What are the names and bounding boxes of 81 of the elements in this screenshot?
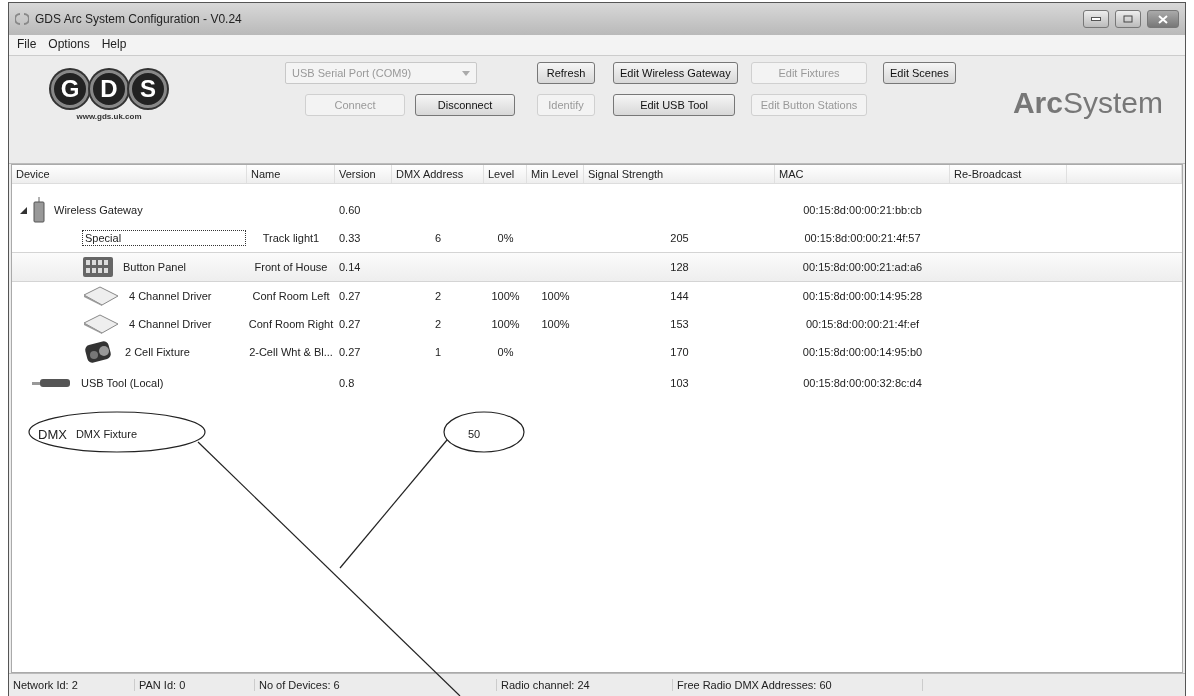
table-cell-text: 0.8 bbox=[338, 377, 356, 389]
table-cell-text: 00:15:8d:00:00:14:95:b0 bbox=[801, 346, 924, 358]
status-field: Radio channel: 24 bbox=[497, 679, 673, 691]
table-cell-text: 100% bbox=[490, 290, 521, 302]
device-name: 4 Channel Driver bbox=[128, 317, 213, 332]
table-cell-text: 205 bbox=[669, 232, 690, 244]
column-header[interactable]: Name bbox=[247, 165, 335, 183]
logo-url: www.gds.uk.com bbox=[76, 112, 142, 121]
device-name: Button Panel bbox=[122, 260, 187, 275]
window-title: GDS Arc System Configuration - V0.24 bbox=[35, 12, 243, 26]
table-cell-text: 00:15:8d:00:00:14:95:28 bbox=[801, 290, 924, 302]
logo-letter: S bbox=[129, 70, 167, 108]
table-cell-text: 100% bbox=[490, 318, 521, 330]
status-field: PAN Id: 0 bbox=[135, 679, 255, 691]
table-cell-text: 50 bbox=[467, 428, 482, 440]
device-name: Wireless Gateway bbox=[53, 203, 144, 218]
table-cell-text: 0.27 bbox=[338, 318, 362, 330]
column-header[interactable]: Re-Broadcast bbox=[950, 165, 1067, 183]
table-cell-text: 0.14 bbox=[338, 261, 362, 273]
column-header[interactable]: MAC bbox=[775, 165, 950, 183]
table-cell-text: 2 bbox=[433, 290, 443, 302]
table-cell-text: 2 bbox=[433, 318, 443, 330]
table-cell-text: 0% bbox=[496, 346, 515, 358]
table-cell-text: 153 bbox=[669, 318, 690, 330]
tree-row[interactable]: 4 Channel Driver Conf Room Right 0.27 2 100% 100% 153 00:15:8d:00:00:21:4f:ef bbox=[12, 310, 1182, 338]
table-cell-text: 00:15:8d:00:00:32:8c:d4 bbox=[802, 377, 923, 389]
brand-logo: ArcSystem bbox=[1012, 86, 1163, 120]
table-cell-text: 0.27 bbox=[338, 346, 362, 358]
toolbar-button[interactable]: Disconnect bbox=[415, 94, 515, 116]
menu-item[interactable]: Options bbox=[48, 37, 90, 51]
table-cell-text: Track light1 bbox=[261, 232, 321, 244]
table-cell-text: 0% bbox=[496, 232, 515, 244]
logo-letter: D bbox=[90, 70, 128, 108]
column-header[interactable]: Min Level bbox=[527, 165, 584, 183]
table-cell-text: 144 bbox=[669, 290, 690, 302]
menu-item[interactable]: File bbox=[17, 37, 37, 51]
menu-item[interactable]: Help bbox=[101, 37, 127, 51]
table-cell-text: 00:15:8d:00:00:21:4f:ef bbox=[804, 318, 921, 330]
device-name: Special bbox=[82, 230, 246, 246]
column-header[interactable]: Device bbox=[12, 165, 247, 183]
table-cell-text: 6 bbox=[433, 232, 443, 244]
column-header[interactable]: Level bbox=[484, 165, 527, 183]
table-cell-text: Front of House bbox=[253, 261, 329, 273]
status-field: Free Radio DMX Addresses: 60 bbox=[673, 679, 923, 691]
status-field: Network Id: 2 bbox=[9, 679, 135, 691]
table-cell-text: Conf Room Left bbox=[251, 290, 331, 302]
table-cell-text: 100% bbox=[540, 318, 571, 330]
table-cell-text: 00:15:8d:00:00:21:ad:a6 bbox=[801, 261, 924, 273]
table-cell-text: 1 bbox=[433, 346, 443, 358]
tree-row[interactable]: USB Tool (Local) 0.8 103 00:15:8d:00:00:32:8c:d4 bbox=[12, 366, 1182, 400]
selected-row[interactable]: Button Panel Front of House 0.14 128 00:15:8d:00:00:21:ad:a6 bbox=[12, 252, 1182, 282]
toolbar-button[interactable]: Edit Scenes bbox=[883, 62, 956, 84]
toolbar-button[interactable]: Refresh bbox=[537, 62, 595, 84]
device-name: 2 Cell Fixture bbox=[124, 345, 191, 360]
table-cell-text: 0.60 bbox=[338, 204, 362, 216]
device-name: USB Tool (Local) bbox=[80, 376, 165, 391]
device-name: 4 Channel Driver bbox=[128, 289, 213, 304]
table-cell-text: 170 bbox=[669, 346, 690, 358]
table-cell-text: 2-Cell Wht & Bl... bbox=[248, 346, 334, 358]
toolbar-button[interactable]: Edit USB Tool bbox=[613, 94, 735, 116]
tree-row[interactable]: 2 Cell Fixture 2-Cell Wht & Bl... 0.27 1 0% 170 00:15:8d:00:00:14:95:b0 bbox=[12, 338, 1182, 366]
table-cell-text: 00:15:8d:00:00:21:bb:cb bbox=[802, 204, 923, 216]
dmx-label: DMX bbox=[38, 426, 67, 442]
tree-row[interactable]: 4 Channel Driver Conf Room Left 0.27 2 100% 100% 144 00:15:8d:00:00:14:95:28 bbox=[12, 282, 1182, 310]
table-cell-text: 0.27 bbox=[338, 290, 362, 302]
column-header[interactable]: Version bbox=[335, 165, 392, 183]
tree-row[interactable]: Special Track light1 0.33 6 0% 205 00:15:8d:00:00:21:4f:57 bbox=[12, 224, 1182, 252]
device-name: DMX Fixture bbox=[74, 427, 138, 442]
column-header[interactable]: Signal Strength bbox=[584, 165, 775, 183]
toolbar-button[interactable]: Edit Wireless Gateway bbox=[613, 62, 738, 84]
table-cell: Conf Room Right bbox=[247, 318, 335, 330]
table-cell-text: 128 bbox=[669, 261, 690, 273]
table-cell-text: 0.33 bbox=[338, 232, 362, 244]
tree-row[interactable]: DMX DMX Fixture 50 bbox=[12, 420, 1182, 448]
status-field: No of Devices: 6 bbox=[255, 679, 497, 691]
tree-row[interactable]: Wireless Gateway 0.60 00:15:8d:00:00:21:bb:cb bbox=[12, 196, 1182, 224]
column-header[interactable]: DMX Address bbox=[392, 165, 484, 183]
table-cell-text: 103 bbox=[669, 377, 690, 389]
table-cell-text: 100% bbox=[540, 290, 571, 302]
table-cell-text: 00:15:8d:00:00:21:4f:57 bbox=[803, 232, 922, 244]
logo-letter: G bbox=[51, 70, 89, 108]
